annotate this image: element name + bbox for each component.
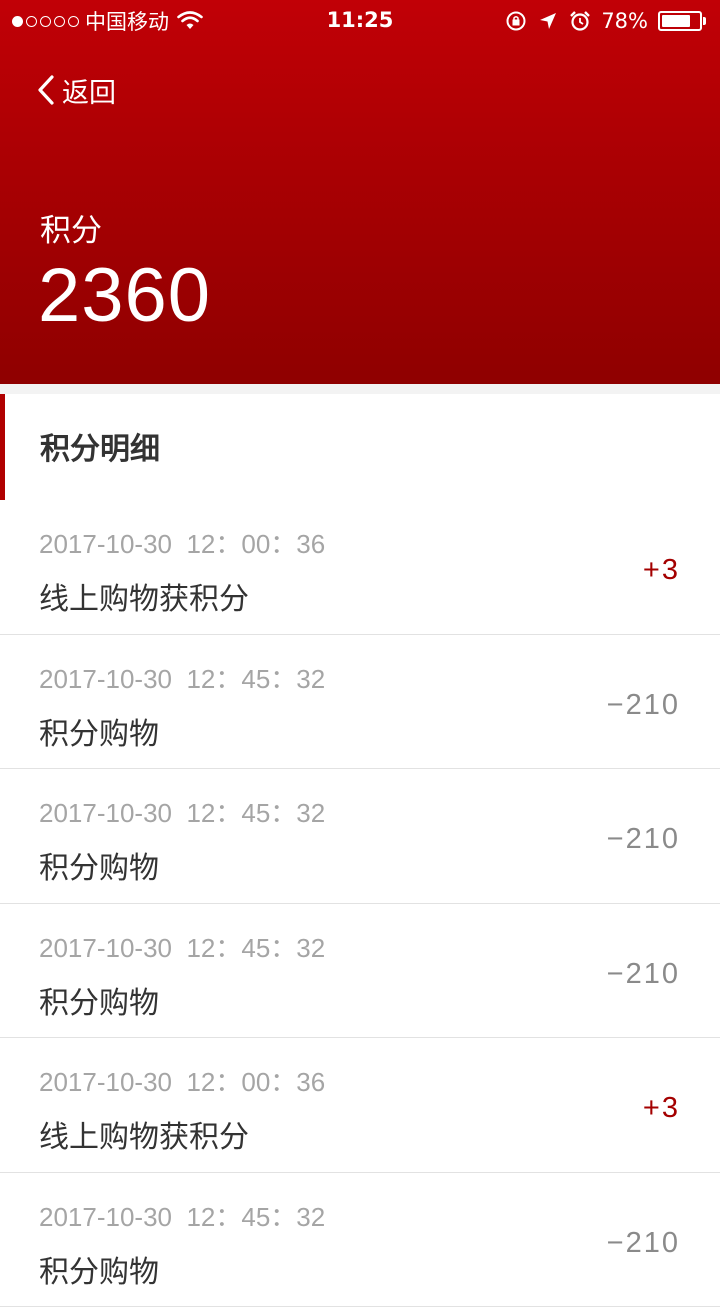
back-label: 返回 xyxy=(62,71,116,110)
list-item[interactable]: 2017-10-30 12：45：32 积分购物 −210 xyxy=(0,635,720,770)
section-title: 积分明细 xyxy=(40,424,160,468)
record-time: 2017-10-30 12：00：36 xyxy=(39,1062,325,1099)
record-description: 线上购物获积分 xyxy=(39,1112,249,1156)
record-amount: −210 xyxy=(607,689,680,722)
record-description: 积分购物 xyxy=(39,978,159,1022)
battery-icon xyxy=(658,11,706,31)
record-time: 2017-10-30 12：45：32 xyxy=(39,1197,325,1234)
record-amount: −210 xyxy=(607,958,680,991)
list-item[interactable]: 2017-10-30 12：45：32 积分购物 −210 xyxy=(0,904,720,1039)
chevron-left-icon xyxy=(36,74,56,106)
list-item[interactable]: 2017-10-30 12：00：36 线上购物获积分 +3 xyxy=(0,1038,720,1173)
header: 中国移动 11:25 78% xyxy=(0,0,720,384)
list-item[interactable]: 2017-10-30 12：45：32 积分购物 −210 xyxy=(0,769,720,904)
record-description: 积分购物 xyxy=(39,1247,159,1291)
points-record-list: 2017-10-30 12：00：36线上购物获积分+32017-10-30 1… xyxy=(0,500,720,1307)
points-value: 2360 xyxy=(38,252,211,339)
status-right: 78% xyxy=(505,8,706,34)
divider xyxy=(0,384,720,394)
record-time: 2017-10-30 12：45：32 xyxy=(39,659,325,696)
record-description: 积分购物 xyxy=(39,709,159,753)
record-amount: +3 xyxy=(643,554,680,587)
record-time: 2017-10-30 12：00：36 xyxy=(39,524,325,561)
record-description: 积分购物 xyxy=(39,843,159,887)
list-item[interactable]: 2017-10-30 12：00：36 线上购物获积分 +3 xyxy=(0,500,720,635)
record-time: 2017-10-30 12：45：32 xyxy=(39,793,325,830)
record-amount: +3 xyxy=(643,1092,680,1125)
section-header: 积分明细 xyxy=(0,394,720,500)
list-item[interactable]: 2017-10-30 12：45：32 积分购物 −210 xyxy=(0,1173,720,1307)
record-amount: −210 xyxy=(607,1227,680,1260)
battery-percentage: 78% xyxy=(601,9,648,33)
record-description: 线上购物获积分 xyxy=(39,574,249,618)
location-arrow-icon xyxy=(537,10,559,32)
points-label: 积分 xyxy=(40,205,102,250)
rotation-lock-icon xyxy=(505,10,527,32)
alarm-icon xyxy=(569,10,591,32)
record-time: 2017-10-30 12：45：32 xyxy=(39,928,325,965)
record-amount: −210 xyxy=(607,823,680,856)
section-accent-bar xyxy=(0,394,5,500)
back-button[interactable]: 返回 xyxy=(36,70,116,110)
status-bar: 中国移动 11:25 78% xyxy=(0,0,720,42)
